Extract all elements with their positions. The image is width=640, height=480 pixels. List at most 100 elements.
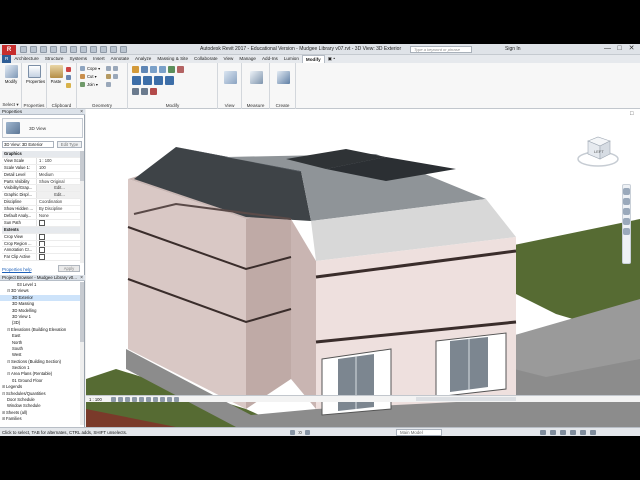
tab-add-ins[interactable]: Add-Ins	[259, 55, 281, 63]
close-hidden-icon[interactable]	[120, 46, 127, 53]
property-value[interactable]: Coordination	[36, 199, 80, 206]
join-button[interactable]: Join ▾	[80, 82, 98, 87]
close-icon[interactable]: ×	[80, 275, 83, 281]
copy-element-icon[interactable]	[143, 76, 152, 85]
array-icon[interactable]	[132, 88, 139, 95]
tab-[interactable]: ▣ •	[325, 55, 338, 63]
browser-scroll-thumb[interactable]	[80, 282, 84, 342]
mirror-draw-icon[interactable]	[159, 66, 166, 73]
sign-in-button[interactable]: Sign In	[505, 46, 521, 52]
section-icon[interactable]	[110, 46, 117, 53]
render-icon[interactable]	[139, 397, 144, 402]
geometry-tool-3[interactable]	[106, 82, 111, 87]
property-value[interactable]: 100	[36, 164, 80, 171]
properties-header[interactable]: Properties ×	[0, 109, 85, 115]
property-value[interactable]: By Discipline	[36, 206, 80, 213]
property-edit-button[interactable]: Edit...	[36, 185, 80, 192]
type-selector[interactable]: 3D View	[2, 118, 83, 138]
minimize-icon[interactable]: —	[604, 45, 611, 53]
copy-button[interactable]	[66, 75, 71, 80]
geometry-tool-2[interactable]	[106, 74, 118, 79]
select-links-icon[interactable]	[540, 430, 546, 435]
tab-massing-site[interactable]: Massing & Site	[154, 55, 191, 63]
text-icon[interactable]	[90, 46, 97, 53]
property-value[interactable]: 1 : 100	[36, 157, 80, 164]
pan-icon[interactable]	[623, 208, 630, 215]
undo-icon[interactable]	[50, 46, 57, 53]
steering-wheel-icon[interactable]	[623, 188, 630, 195]
geometry-tool-1[interactable]	[106, 66, 118, 71]
scale-icon[interactable]	[141, 88, 148, 95]
move-icon[interactable]	[132, 76, 141, 85]
tab-view[interactable]: View	[221, 55, 237, 63]
open-icon[interactable]	[20, 46, 27, 53]
shadows-icon[interactable]	[132, 397, 137, 402]
crop-view-icon[interactable]	[146, 397, 151, 402]
modify-button[interactable]: Modify	[3, 65, 19, 84]
select-pinned-icon[interactable]	[560, 430, 566, 435]
orbit-icon[interactable]	[623, 218, 630, 225]
instance-filter-dropdown[interactable]: 3D View: 3D Exterior	[2, 141, 54, 148]
file-tab[interactable]: R	[2, 55, 12, 63]
property-group[interactable]: Graphics	[2, 151, 80, 158]
cope-button[interactable]: Cope ▾	[80, 66, 100, 71]
match-properties-button[interactable]	[66, 83, 71, 88]
reveal-hidden-icon[interactable]	[174, 397, 179, 402]
tab-annotate[interactable]: Annotate	[108, 55, 132, 63]
redo-icon[interactable]	[60, 46, 67, 53]
property-checkbox[interactable]	[36, 247, 80, 254]
tab-insert[interactable]: Insert	[90, 55, 108, 63]
tab-architecture[interactable]: Architecture	[11, 55, 42, 63]
worksets-icon[interactable]	[290, 430, 295, 435]
property-checkbox[interactable]	[36, 233, 80, 240]
split-icon[interactable]	[168, 66, 175, 73]
pin-icon[interactable]	[177, 66, 184, 73]
show-crop-icon[interactable]	[153, 397, 158, 402]
cut-geometry-button[interactable]: Cut ▾	[80, 74, 97, 79]
tab-structure[interactable]: Structure	[42, 55, 67, 63]
browser-node[interactable]: ⊞Families	[0, 416, 80, 422]
property-value[interactable]: Show Original	[36, 178, 80, 185]
active-model-dropdown[interactable]: Main Model	[396, 429, 442, 436]
properties-scroll-thumb[interactable]	[80, 151, 84, 181]
viewcube[interactable]: LEFT	[576, 129, 620, 169]
align-icon[interactable]	[132, 66, 139, 73]
view-tool-button[interactable]	[222, 71, 238, 85]
offset-icon[interactable]	[141, 66, 148, 73]
close-icon[interactable]: ×	[80, 109, 83, 115]
property-edit-button[interactable]: Edit...	[36, 192, 80, 199]
maximize-icon[interactable]: □	[616, 45, 623, 53]
tab-manage[interactable]: Manage	[236, 55, 259, 63]
sync-icon[interactable]	[40, 46, 47, 53]
project-browser-header[interactable]: Project Browser - Mudgee Library v0... ×	[0, 275, 85, 281]
mirror-axis-icon[interactable]	[150, 66, 157, 73]
property-checkbox[interactable]	[36, 254, 80, 261]
properties-button[interactable]: Properties	[26, 65, 45, 84]
select-underlay-icon[interactable]	[550, 430, 556, 435]
property-checkbox[interactable]	[36, 240, 80, 247]
delete-icon[interactable]	[150, 88, 157, 95]
select-by-face-icon[interactable]	[570, 430, 576, 435]
default-3d-view-icon[interactable]	[100, 46, 107, 53]
sun-path-icon[interactable]	[125, 397, 130, 402]
filter-icon[interactable]	[590, 430, 596, 435]
help-search-input[interactable]: Type a keyword or phrase	[410, 46, 472, 53]
lock-3d-view-icon[interactable]	[160, 397, 165, 402]
tab-modify[interactable]: Modify	[301, 55, 325, 63]
select-panel-title[interactable]: Select ▾	[0, 102, 21, 108]
tab-lumion[interactable]: Lumion	[281, 55, 302, 63]
save-icon[interactable]	[30, 46, 37, 53]
property-value[interactable]: None	[36, 213, 80, 219]
apply-button[interactable]: Apply	[58, 265, 80, 272]
edit-type-button[interactable]: Edit Type	[57, 141, 82, 148]
zoom-icon[interactable]	[623, 198, 630, 205]
properties-help-link[interactable]: Properties help	[2, 267, 32, 272]
property-group[interactable]: Extents	[2, 226, 80, 234]
3d-viewport[interactable]: LEFT □	[86, 109, 640, 427]
tab-analyze[interactable]: Analyze	[132, 55, 154, 63]
detail-level-icon[interactable]	[111, 397, 116, 402]
measure-icon[interactable]	[80, 46, 87, 53]
close-icon[interactable]: ✕	[628, 45, 635, 53]
trim-icon[interactable]	[165, 76, 174, 85]
design-options-icon[interactable]	[304, 430, 310, 435]
